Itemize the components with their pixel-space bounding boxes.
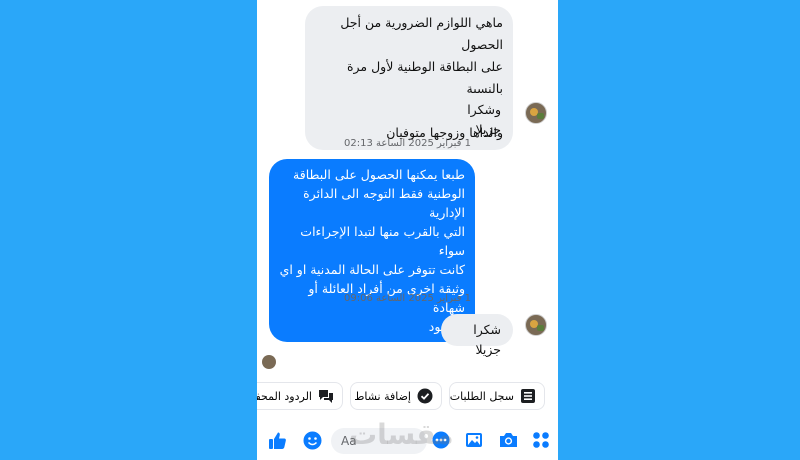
incoming-message: وشكرا جزيلا	[435, 94, 513, 137]
like-thumb-icon[interactable]	[267, 430, 287, 450]
message-text: شكرا جزيلا	[473, 322, 501, 357]
watermark: مقسات	[349, 418, 454, 451]
sender-avatar[interactable]	[525, 314, 547, 336]
message-line: ماهي اللوازم الضرورية من أجل الحصول	[340, 15, 503, 52]
quick-reply-add-activity[interactable]: إضافة نشاط	[350, 382, 442, 410]
message-line: كانت تتوفر على الحالة المدنية او اي	[279, 262, 465, 277]
message-line: طبعا يمكنها الحصول على البطاقة	[293, 167, 465, 182]
quick-reply-order-history[interactable]: سجل الطلبات	[449, 382, 545, 410]
message-line: التي بالقرب منها لتبدا الإجراءات سواء	[300, 224, 465, 258]
check-circle-icon	[417, 388, 433, 404]
timestamp: 1 فبراير 2025 الساعة 02:13	[344, 138, 471, 149]
apps-grid-icon[interactable]	[531, 430, 551, 450]
quick-reply-saved-replies[interactable]: الردود المحفوظة	[257, 382, 343, 410]
chat-bubbles-icon	[318, 388, 334, 404]
timestamp: 1 فبراير 2025 الساعة 09:06	[344, 293, 471, 304]
quick-reply-label: الردود المحفوظة	[257, 389, 312, 403]
quick-reply-label: سجل الطلبات	[449, 389, 514, 403]
photo-gallery-icon[interactable]	[464, 430, 484, 450]
emoji-icon[interactable]	[302, 430, 322, 450]
seen-indicator-avatar	[262, 355, 276, 369]
quick-reply-label: إضافة نشاط	[354, 389, 411, 403]
sender-avatar[interactable]	[525, 102, 547, 124]
messenger-conversation: ماهي اللوازم الضرورية من أجل الحصول على …	[257, 0, 558, 460]
incoming-message: شكرا جزيلا	[441, 314, 513, 357]
camera-icon[interactable]	[498, 430, 518, 450]
list-icon	[520, 388, 536, 404]
message-line: الوطنية فقط التوجه الى الدائرة الإدارية	[303, 186, 465, 220]
message-line: الشهود	[279, 317, 465, 336]
outgoing-message: طبعا يمكنها الحصول على البطاقة الوطنية ف…	[269, 159, 475, 342]
